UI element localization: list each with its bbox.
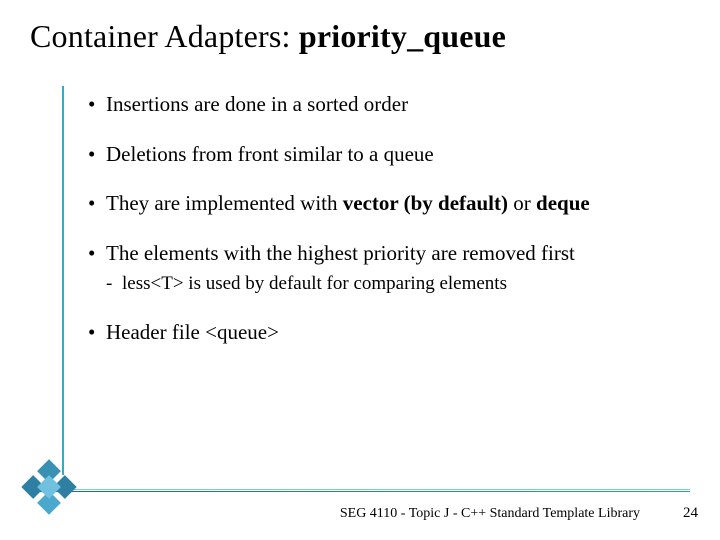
- corner-decoration-icon: [14, 452, 84, 522]
- bullet-dot-icon: •: [88, 241, 106, 267]
- slide-title: Container Adapters: priority_queue: [30, 18, 506, 55]
- slide-content: • Insertions are done in a sorted order …: [88, 92, 680, 345]
- text-run: Header file <queue>: [106, 320, 279, 344]
- text-run: less<T> is used by default for comparing…: [122, 273, 507, 294]
- text-run: They are implemented with: [106, 191, 343, 215]
- bullet-text: They are implemented with vector (by def…: [106, 191, 680, 217]
- title-prefix: Container Adapters:: [30, 18, 299, 54]
- bullet-dot-icon: •: [88, 142, 106, 168]
- page-number: 24: [683, 505, 698, 522]
- text-run: or: [508, 191, 536, 215]
- footer-divider: [30, 491, 690, 493]
- bullet-text: The elements with the highest priority a…: [106, 241, 680, 267]
- vertical-accent-line: [62, 86, 64, 475]
- text-run: Insertions are done in a sorted order: [106, 92, 408, 116]
- bullet-text: Insertions are done in a sorted order: [106, 92, 680, 118]
- footer-text: SEG 4110 - Topic J - C++ Standard Templa…: [340, 506, 640, 522]
- bullet-dot-icon: •: [88, 320, 106, 346]
- title-bold: priority_queue: [299, 18, 506, 54]
- sub-list-item: - less<T> is used by default for compari…: [106, 272, 680, 295]
- list-item: • Header file <queue>: [88, 320, 680, 346]
- bullet-dash-icon: -: [106, 272, 122, 295]
- bullet-dot-icon: •: [88, 92, 106, 118]
- list-item: • The elements with the highest priority…: [88, 241, 680, 296]
- text-run: The elements with the highest priority a…: [106, 241, 575, 265]
- bullet-dot-icon: •: [88, 191, 106, 217]
- bullet-text: Deletions from front similar to a queue: [106, 142, 680, 168]
- text-run-bold: deque: [536, 191, 590, 215]
- slide: Container Adapters: priority_queue • Ins…: [0, 0, 720, 540]
- text-run-bold: vector (by default): [343, 191, 508, 215]
- bullet-text: Header file <queue>: [106, 320, 680, 346]
- sub-bullet-text: less<T> is used by default for comparing…: [122, 272, 680, 295]
- text-run: Deletions from front similar to a queue: [106, 142, 434, 166]
- list-item: • They are implemented with vector (by d…: [88, 191, 680, 217]
- list-item: • Insertions are done in a sorted order: [88, 92, 680, 118]
- list-item: • Deletions from front similar to a queu…: [88, 142, 680, 168]
